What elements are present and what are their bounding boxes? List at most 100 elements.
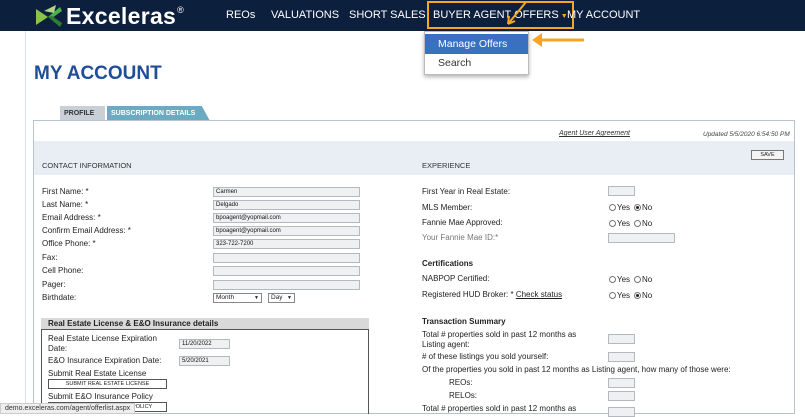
birth-month-select[interactable]: Month ▼ <box>213 293 262 303</box>
contact-info-heading: CONTACT INFORMATION <box>42 161 132 170</box>
radio-icon <box>634 220 641 227</box>
fannie-id-field[interactable] <box>608 233 675 243</box>
nav-buyer-label: BUYER AGENT OFFERS <box>433 9 559 21</box>
birth-day-value: Day <box>271 294 283 301</box>
last-name-field[interactable]: Delgado <box>213 200 360 210</box>
fax-field[interactable] <box>213 253 360 263</box>
brand-logo[interactable]: Exceleras ® <box>34 3 184 30</box>
birth-month-value: Month <box>216 294 235 301</box>
tx-listing-label: Total # properties sold in past 12 month… <box>422 330 577 339</box>
license-box-heading: Real Estate License & E&O Insurance deta… <box>41 318 369 330</box>
chevron-down-icon: ▼ <box>254 295 259 301</box>
reos-label: REOs: <box>449 378 473 387</box>
email-label: Email Address: * <box>42 213 101 222</box>
mls-yes-label: Yes <box>617 203 631 212</box>
tx-listing-field[interactable] <box>608 334 635 344</box>
fannie-no-radio[interactable]: No <box>634 219 652 228</box>
mls-no-radio[interactable]: No <box>634 203 652 212</box>
birthdate-label: Birthdate: <box>42 293 77 302</box>
relos-label: RELOs: <box>449 391 478 400</box>
brand-name: Exceleras <box>66 3 177 29</box>
tab-subscription-details[interactable]: SUBSCRIPTION DETAILS <box>107 106 210 121</box>
nav-short-sales[interactable]: SHORT SALES <box>349 0 426 31</box>
tx-buyer-label: Total # properties sold in past 12 month… <box>422 404 577 413</box>
first-year-field[interactable] <box>608 186 635 196</box>
mls-no-label: No <box>642 203 653 212</box>
buyer-offers-dropdown: Manage Offers Search <box>424 31 529 75</box>
nav-valuations[interactable]: VALUATIONS <box>271 0 339 31</box>
annotation-arrow-left-icon <box>532 33 584 47</box>
top-navbar: Exceleras ® REOs VALUATIONS SHORT SALES B… <box>0 0 805 31</box>
pager-field[interactable] <box>213 280 360 290</box>
tx-listing-label-2: Listing agent: <box>422 340 470 349</box>
radio-icon <box>609 276 616 283</box>
updated-timestamp: Updated 5/5/2020 6:54:50 PM <box>703 131 790 138</box>
page-title: MY ACCOUNT <box>34 63 162 84</box>
experience-heading: EXPERIENCE <box>422 161 471 170</box>
license-exp-field[interactable]: 11/20/2022 <box>179 339 230 349</box>
nav-reos[interactable]: REOs <box>226 0 255 31</box>
transaction-summary-heading: Transaction Summary <box>422 317 506 326</box>
menu-item-manage-offers[interactable]: Manage Offers <box>425 34 528 54</box>
browser-status-bar: demo.exceleras.com/agent/offerlist.aspx <box>0 403 136 414</box>
fax-label: Fax: <box>42 253 58 262</box>
submit-eo-label: Submit E&O Insurance Policy <box>48 392 153 401</box>
cell-phone-label: Cell Phone: <box>42 266 84 275</box>
radio-selected-icon <box>634 204 641 211</box>
hud-label-text: Registered HUD Broker: * <box>422 290 514 299</box>
registered-mark: ® <box>177 4 184 15</box>
last-name-label: Last Name: * <box>42 200 89 209</box>
nabpop-yes-label: Yes <box>617 275 631 284</box>
nav-my-account[interactable]: MY ACCOUNT <box>567 0 640 31</box>
agent-user-agreement-link[interactable]: Agent User Agreement <box>559 130 630 137</box>
radio-icon <box>609 204 616 211</box>
relos-field[interactable] <box>608 391 635 401</box>
eo-exp-field[interactable]: 5/20/2021 <box>179 356 230 366</box>
first-name-field[interactable]: Carmen <box>213 187 360 197</box>
mls-label: MLS Member: <box>422 203 473 212</box>
hud-label: Registered HUD Broker: * Check status <box>422 290 562 299</box>
certifications-heading: Certifications <box>422 259 474 268</box>
hud-no-radio[interactable]: No <box>634 291 652 300</box>
confirm-email-field[interactable]: bpoagent@yopmail.com <box>213 226 360 236</box>
chevron-down-icon: ▼ <box>287 295 292 301</box>
fannie-id-label: Your Fannie Mae ID:* <box>422 233 499 242</box>
license-exp-label-date: Date: <box>48 344 68 353</box>
reos-field[interactable] <box>608 378 635 388</box>
radio-icon <box>609 220 616 227</box>
check-status-link[interactable]: Check status <box>516 290 562 299</box>
office-phone-label: Office Phone: * <box>42 239 96 248</box>
nabpop-no-label: No <box>642 275 653 284</box>
nabpop-label: NABPOP Certified: <box>422 274 490 283</box>
cell-phone-field[interactable] <box>213 266 360 276</box>
office-phone-field[interactable]: 323-722-7200 <box>213 239 360 249</box>
eo-exp-label: E&O Insurance Expiration Date: <box>48 356 162 365</box>
tx-breakdown-label: Of the properties you sold in past 12 mo… <box>422 365 731 374</box>
first-name-label: First Name: * <box>42 187 89 196</box>
menu-item-search[interactable]: Search <box>425 53 528 73</box>
tx-sold-self-label: # of these listings you sold yourself: <box>422 352 549 361</box>
section-header-bar <box>34 141 794 175</box>
email-field[interactable]: bpoagent@yopmail.com <box>213 213 360 223</box>
first-year-label: First Year in Real Estate: <box>422 187 511 196</box>
fannie-yes-radio[interactable]: Yes <box>609 219 630 228</box>
tx-buyer-field[interactable] <box>608 407 635 417</box>
birth-day-select[interactable]: Day ▼ <box>268 293 295 303</box>
nabpop-no-radio[interactable]: No <box>634 275 652 284</box>
tab-profile[interactable]: PROFILE <box>60 106 105 121</box>
hud-yes-radio[interactable]: Yes <box>609 291 630 300</box>
save-button[interactable]: SAVE <box>751 150 784 160</box>
submit-license-label: Submit Real Estate License <box>48 369 147 378</box>
mls-yes-radio[interactable]: Yes <box>609 203 630 212</box>
submit-license-button[interactable]: SUBMIT REAL ESTATE LICENSE <box>48 379 167 389</box>
nav-buyer-agent-offers[interactable]: BUYER AGENT OFFERS ▼ <box>427 1 574 29</box>
logo-leaf-icon <box>36 4 62 27</box>
fannie-no-label: No <box>642 219 653 228</box>
annotation-arrow-icon <box>507 1 527 25</box>
fannie-yes-label: Yes <box>617 219 631 228</box>
nabpop-yes-radio[interactable]: Yes <box>609 275 630 284</box>
license-exp-label: Real Estate License Expiration <box>48 334 157 343</box>
tx-sold-self-field[interactable] <box>608 352 635 362</box>
page-left-border <box>25 31 26 414</box>
radio-icon <box>634 276 641 283</box>
